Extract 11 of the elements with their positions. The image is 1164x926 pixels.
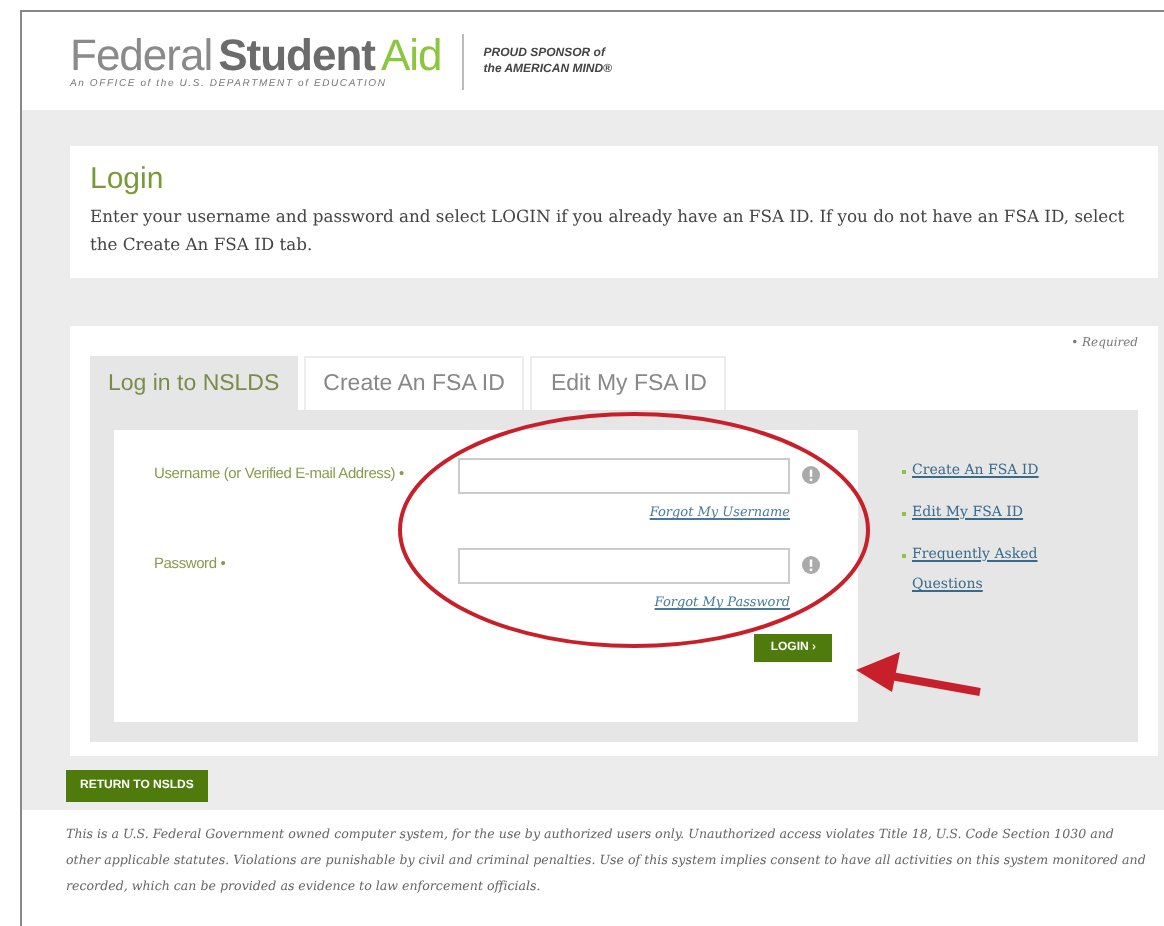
input-field[interactable]	[458, 548, 790, 584]
tab[interactable]: Edit My FSA ID	[530, 356, 727, 410]
logo-wordmark: FederalStudentAid	[70, 33, 442, 77]
page-title: Login	[90, 162, 166, 196]
help-icon[interactable]	[802, 556, 820, 574]
help-icon[interactable]	[802, 466, 820, 484]
tab[interactable]: Log in to NSLDS	[90, 356, 298, 410]
annotation-arrow	[856, 652, 981, 696]
tab[interactable]: Create An FSA ID	[303, 356, 525, 410]
intro-text: Enter your username and password and select LOGIN if you already have an FSA ID. If you do not have an FSA ID, select the Create An FSA ID tab.	[90, 204, 1127, 258]
input-field[interactable]	[458, 458, 790, 494]
